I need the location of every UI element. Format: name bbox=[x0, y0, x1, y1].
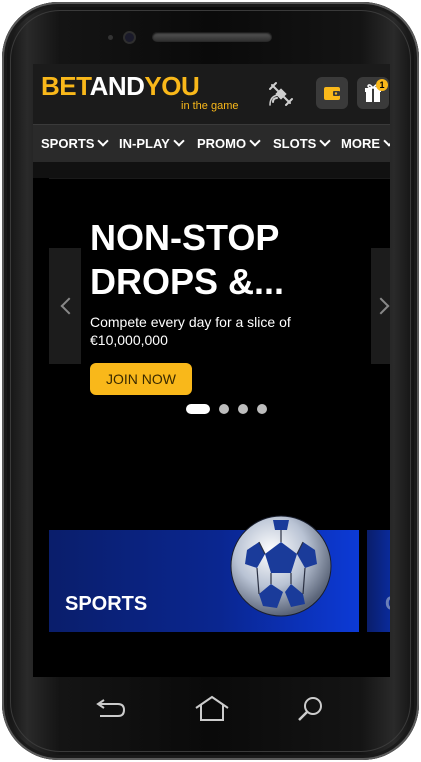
gift-count-badge: 1 bbox=[376, 79, 388, 91]
screen: BETANDYOU in the game 1 SPORTS IN-PLAY P… bbox=[33, 64, 390, 677]
main-nav: SPORTS IN-PLAY PROMO SLOTS MORE bbox=[33, 124, 390, 163]
home-key-icon[interactable] bbox=[192, 694, 232, 724]
wallet-icon bbox=[324, 87, 340, 100]
carousel-dot[interactable] bbox=[238, 404, 248, 414]
carousel-dot[interactable] bbox=[257, 404, 267, 414]
chevron-down-icon bbox=[173, 135, 185, 147]
brand-tagline: in the game bbox=[181, 100, 239, 112]
search-key-icon[interactable] bbox=[294, 694, 328, 724]
soccer-ball-icon bbox=[230, 515, 332, 617]
carousel-dot[interactable] bbox=[219, 404, 229, 414]
phone-frame: BETANDYOU in the game 1 SPORTS IN-PLAY P… bbox=[2, 2, 419, 760]
nav-item-sports[interactable]: SPORTS bbox=[41, 125, 110, 163]
satellite-icon[interactable] bbox=[267, 80, 295, 108]
proximity-sensor bbox=[108, 35, 113, 40]
nav-item-in-play[interactable]: IN-PLAY bbox=[119, 125, 185, 163]
category-card-title: SPORTS bbox=[65, 593, 148, 615]
chevron-down-icon bbox=[319, 135, 332, 147]
nav-item-slots[interactable]: SLOTS bbox=[273, 125, 332, 163]
wallet-button[interactable] bbox=[316, 77, 348, 109]
front-camera bbox=[125, 33, 134, 42]
join-now-button[interactable]: JOIN NOW bbox=[90, 363, 192, 395]
site-header: BETANDYOU in the game 1 bbox=[33, 64, 390, 124]
earpiece-speaker bbox=[152, 32, 272, 42]
carousel-prev-button[interactable] bbox=[49, 248, 81, 364]
nav-item-more[interactable]: MORE bbox=[341, 125, 390, 163]
promo-title: NON-STOP DROPS &... bbox=[90, 217, 285, 302]
nav-item-promo[interactable]: PROMO bbox=[197, 125, 261, 163]
back-key-icon[interactable] bbox=[90, 694, 130, 724]
carousel-dot-active[interactable] bbox=[186, 404, 210, 414]
hardware-softkeys bbox=[2, 682, 421, 742]
category-card-sports[interactable]: SPORTS bbox=[49, 515, 359, 632]
chevron-down-icon bbox=[249, 135, 261, 147]
brand-logo[interactable]: BETANDYOU in the game bbox=[41, 72, 238, 112]
promo-subtitle: Compete every day for a slice of €10,000… bbox=[90, 314, 291, 348]
chevron-down-icon bbox=[383, 135, 390, 147]
chevron-down-icon bbox=[97, 135, 110, 147]
chevron-left-icon bbox=[60, 297, 78, 315]
chevron-right-icon bbox=[372, 297, 390, 315]
category-card-next[interactable]: C bbox=[367, 530, 390, 632]
carousel-next-button[interactable] bbox=[371, 248, 390, 364]
section-spacer bbox=[33, 162, 390, 178]
category-card-title: C bbox=[385, 593, 390, 616]
